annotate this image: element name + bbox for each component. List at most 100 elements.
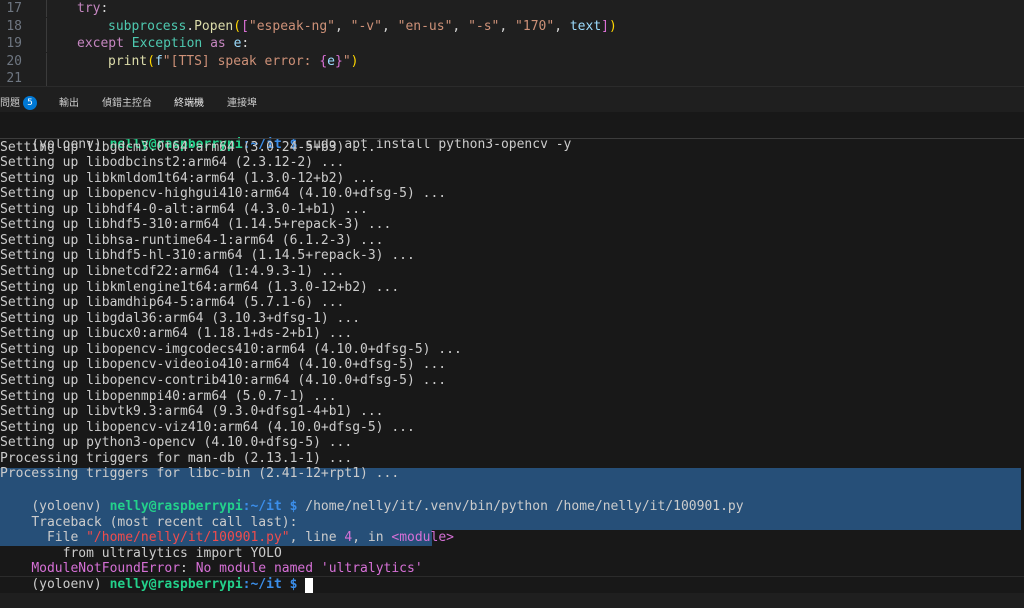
code-token: : <box>100 1 109 16</box>
code-token: ( <box>233 19 242 34</box>
terminal-output-line: Setting up libhdf4-0-alt:arm64 (4.3.0-1+… <box>0 201 368 217</box>
tab-problems[interactable]: 問題 5 <box>0 94 37 110</box>
traceback-header: Traceback (most recent call last): <box>0 499 297 530</box>
code-token: "-s" <box>468 19 500 34</box>
prompt-user: nelly@raspberrypi <box>109 576 243 592</box>
indent-guide <box>46 35 47 52</box>
line-number: 18 <box>6 19 22 34</box>
prompt-dollar: $ <box>281 576 306 592</box>
tab-debug-console[interactable]: 偵錯主控台 <box>102 94 152 109</box>
terminal-output-line: Setting up libhdf5-310:arm64 (1.14.5+rep… <box>0 217 392 233</box>
terminal-output-line: Setting up libucx0:arm64 (1.18.1+ds-2+b1… <box>0 326 353 342</box>
terminal-view[interactable]: (yoloenv) nelly@raspberrypi:~/it $ sudo … <box>0 112 1024 593</box>
code-token: , <box>452 19 469 34</box>
code-token: : <box>241 36 250 51</box>
terminal-output-line: Setting up libopencv-contrib410:arm64 (4… <box>0 373 447 389</box>
code-token: , <box>381 19 398 34</box>
code-text: subprocess.Popen(["espeak-ng", "-v", "en… <box>108 18 617 35</box>
terminal-output-line: Setting up libodbcinst2:arm64 (2.3.12-2)… <box>0 155 345 171</box>
tab-ports-label: 連接埠 <box>227 98 257 109</box>
code-token: ( <box>147 54 155 69</box>
code-token: "en-us" <box>397 19 453 34</box>
terminal-bottom-divider <box>0 576 1024 577</box>
line-number: 17 <box>6 1 22 16</box>
code-token: subprocess <box>108 19 187 34</box>
terminal-output-line: Processing triggers for libc-bin (2.41-1… <box>0 466 400 482</box>
terminal-output-line: Setting up libopenmpi40:arm64 (5.0.7-1) … <box>0 388 337 404</box>
code-token: ] <box>601 19 609 34</box>
code-token: , <box>335 19 351 34</box>
code-token: try <box>77 1 101 16</box>
prompt-env: (yoloenv) <box>31 576 110 592</box>
tab-output-label: 輸出 <box>59 98 79 109</box>
traceback-in-label: , in <box>352 529 392 545</box>
terminal-cursor <box>305 577 314 593</box>
terminal-output-line: Setting up libhdf5-hl-310:arm64 (1.14.5+… <box>0 248 415 264</box>
code-token: f <box>154 54 163 69</box>
code-line[interactable]: 21 <box>0 70 1024 86</box>
code-token: " <box>342 54 351 69</box>
traceback-module: <module> <box>391 529 454 545</box>
terminal-output-line: Setting up libvtk9.3:arm64 (9.3.0+dfsg1-… <box>0 404 384 420</box>
line-number: 20 <box>6 54 22 69</box>
code-token: [ <box>241 19 249 34</box>
code-token: { <box>319 54 328 69</box>
code-token: text <box>569 19 602 34</box>
code-line[interactable]: 20 print(f"[TTS] speak error: {e}") <box>0 53 1024 70</box>
terminal-output-line: Setting up libhsa-runtime64-1:arm64 (6.1… <box>0 232 384 248</box>
tab-problems-label: 問題 <box>0 98 20 109</box>
traceback-file-line: File "/home/nelly/it/100901.py", line 4,… <box>0 514 454 545</box>
tab-output[interactable]: 輸出 <box>59 94 79 109</box>
line-number: 21 <box>6 71 22 86</box>
terminal-output-line: Setting up libgdcm3.0t64:arm64 (3.0.24-5… <box>0 139 376 155</box>
indent-guide <box>46 18 47 35</box>
terminal-output-line: Setting up libgdal36:arm64 (3.10.3+dfsg-… <box>0 310 361 326</box>
terminal-output-line: Setting up libnetcdf22:arm64 (1:4.9.3-1)… <box>0 264 345 280</box>
terminal-output-line: Setting up libkmlengine1t64:arm64 (1.3.0… <box>0 279 400 295</box>
code-text: try: <box>77 0 108 17</box>
panel-tab-bar: 問題 5 輸出 偵錯主控台 終端機 連接埠 <box>0 86 1024 114</box>
code-token: } <box>335 54 343 69</box>
line-number: 19 <box>6 36 22 51</box>
code-line[interactable]: 19 except Exception as e: <box>0 35 1024 52</box>
code-line[interactable]: 18 subprocess.Popen(["espeak-ng", "-v", "… <box>0 18 1024 35</box>
code-token: . <box>186 19 195 34</box>
code-editor[interactable]: 17 try: 18 subprocess.Popen(["espeak-ng", "… <box>0 0 1024 86</box>
code-token: print <box>108 54 148 69</box>
code-token: , <box>554 19 570 34</box>
code-token: Exception <box>131 36 203 51</box>
traceback-line-label: , line <box>289 529 345 545</box>
indent-guide <box>46 70 47 86</box>
tab-ports[interactable]: 連接埠 <box>227 94 257 109</box>
terminal-output-line: Setting up libopencv-viz410:arm64 (4.10.… <box>0 419 415 435</box>
terminal-output-line: Processing triggers for man-db (2.13.1-1… <box>0 450 353 466</box>
code-token: "espeak-ng" <box>248 19 335 34</box>
indent-guide <box>46 53 47 70</box>
code-token: except <box>77 36 124 51</box>
problems-count-badge: 5 <box>23 96 37 110</box>
code-line[interactable]: 17 try: <box>0 0 1024 17</box>
code-token: "[TTS] speak error: <box>162 54 320 69</box>
code-token: as <box>210 36 226 51</box>
terminal-prompt-line: (yoloenv) nelly@raspberrypi:~/it $ sudo … <box>0 121 571 152</box>
code-text: print(f"[TTS] speak error: {e}") <box>108 53 358 70</box>
code-token: ) <box>350 54 359 69</box>
terminal-output-line: Setting up python3-opencv (4.10.0+dfsg-5… <box>0 435 353 451</box>
error-line: ModuleNotFoundError: No module named 'ul… <box>0 545 422 576</box>
command-text: /home/nelly/it/.venv/bin/python /home/ne… <box>305 498 744 514</box>
terminal-output-line: Setting up libkmldom1t64:arm64 (1.3.0-12… <box>0 170 376 186</box>
code-token: e <box>327 54 335 69</box>
code-token: , <box>499 19 516 34</box>
prompt-path: ~/it <box>250 576 282 592</box>
terminal-output-line: Setting up libamdhip64-5:arm64 (5.7.1-6)… <box>0 295 345 311</box>
terminal-output-line: Setting up libopencv-imgcodecs410:arm64 … <box>0 341 462 357</box>
code-token: ) <box>608 19 617 34</box>
terminal-prompt-line-current[interactable]: (yoloenv) nelly@raspberrypi:~/it $ <box>0 561 314 593</box>
tab-debug-console-label: 偵錯主控台 <box>102 98 152 109</box>
terminal-output-line: Setting up libopencv-videoio410:arm64 (4… <box>0 357 447 373</box>
tab-terminal[interactable]: 終端機 <box>174 94 204 114</box>
code-token: "-v" <box>350 19 382 34</box>
